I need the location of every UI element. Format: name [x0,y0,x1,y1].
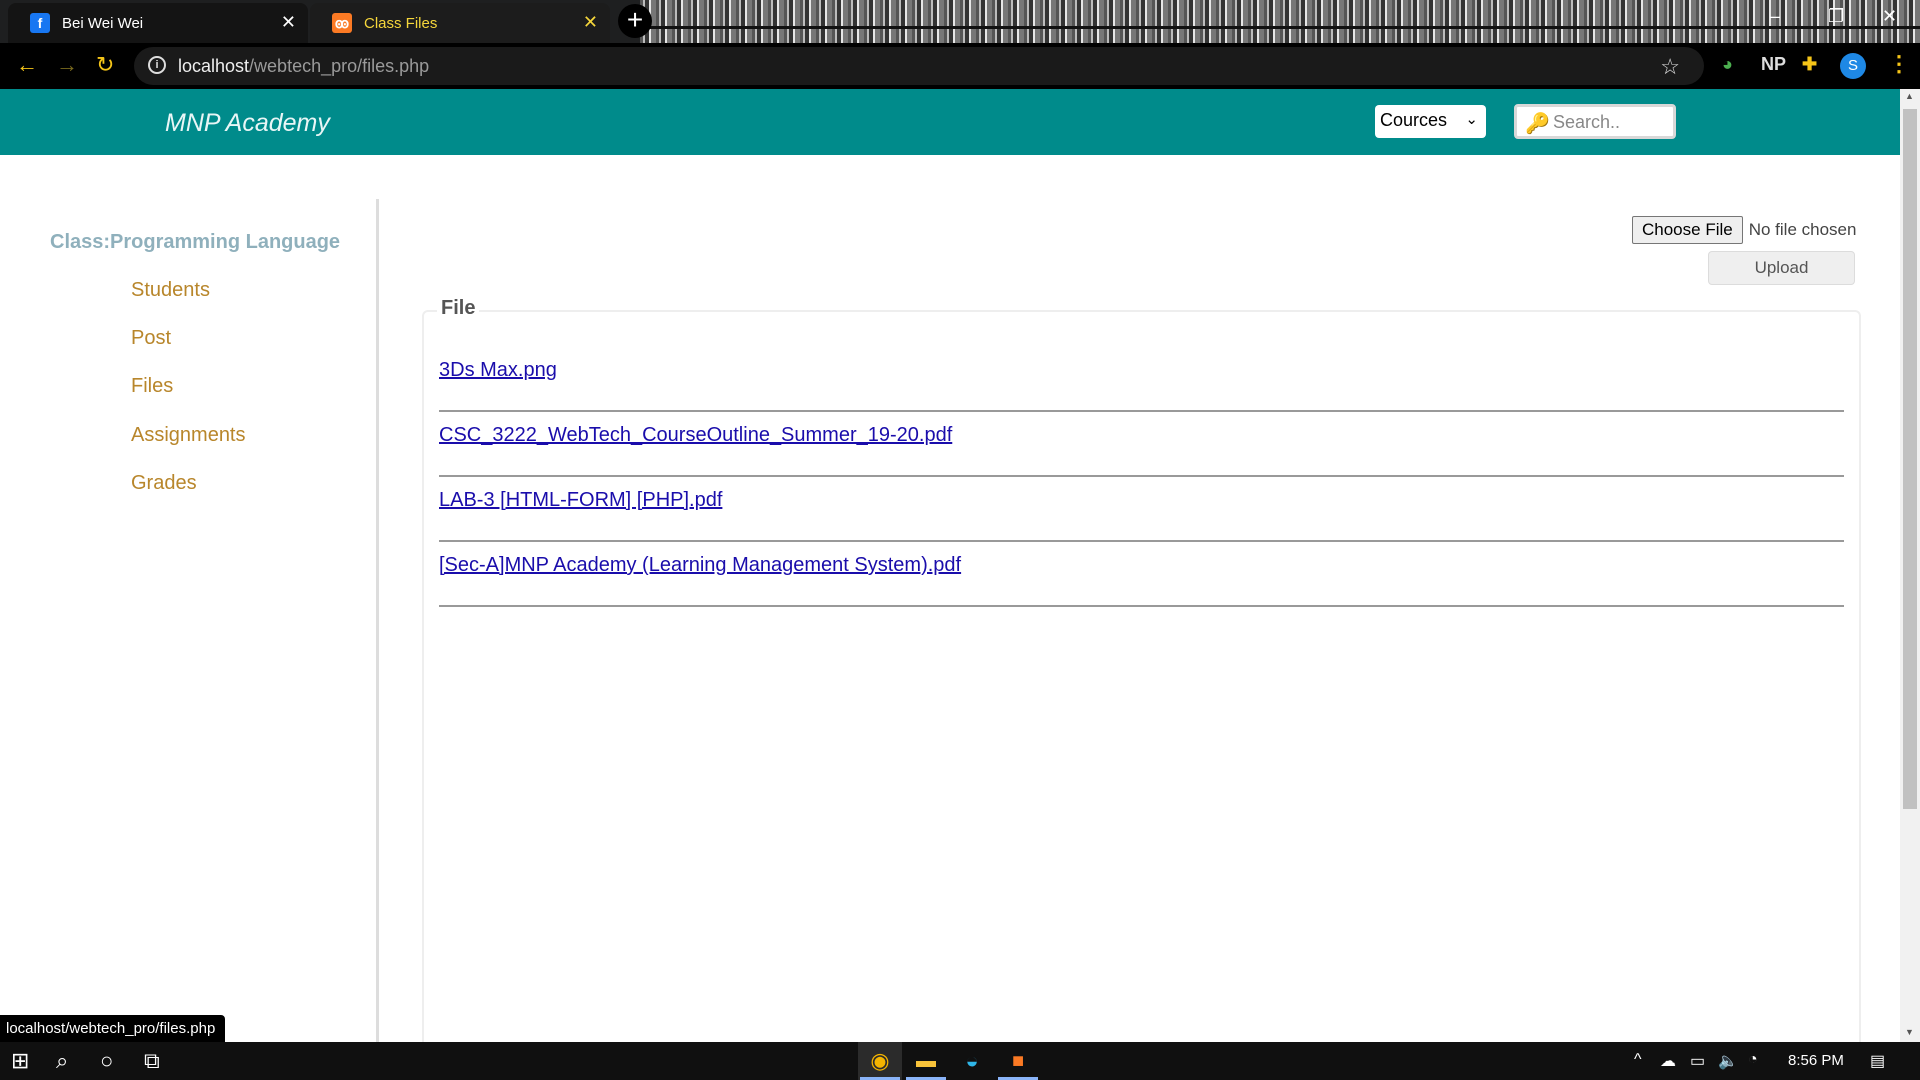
forward-icon[interactable]: → [56,52,78,78]
courses-select-value: Cources [1380,110,1448,130]
search-key-icon: 🔑 [1525,113,1550,135]
upload-button[interactable]: Upload [1708,251,1855,285]
profile-avatar[interactable]: S [1840,53,1866,79]
file-link[interactable]: LAB-3 [HTML-FORM] [PHP].pdf [439,489,722,512]
xampp-icon: ꙭ [332,13,352,33]
sidebar-item-students[interactable]: Students [131,279,210,302]
task-view-icon[interactable]: ⧉ [144,1048,160,1074]
site-header: MNP Academy Cources ⌄ 🔑 Search.. [0,89,1900,155]
class-title: Class:Programming Language [50,231,341,253]
reload-icon[interactable]: ↻ [96,52,114,78]
browser-tab-bar: f Bei Wei Wei ✕ ꙭ Class Files ✕ + – ❐ ✕ [0,0,1920,43]
xampp-icon: ■ [1011,1049,1025,1072]
scroll-down-icon[interactable]: ▼ [1905,1027,1914,1037]
list-item: 3Ds Max.png [439,347,1844,412]
folder-icon: ▬ [916,1049,936,1072]
back-icon[interactable]: ← [16,52,38,78]
windows-start-icon[interactable]: ⊞ [11,1048,29,1074]
extension-globe-icon[interactable]: ◕ [1722,54,1733,75]
tab-bei-wei-wei[interactable]: f Bei Wei Wei ✕ [8,3,308,43]
sidebar-item-grades[interactable]: Grades [131,472,197,495]
search-icon[interactable]: ⌕ [56,1048,68,1074]
taskbar-xampp[interactable]: ■ [996,1042,1040,1080]
status-url-tooltip: localhost/webtech_pro/files.php [0,1015,226,1042]
restore-icon[interactable]: ❐ [1828,6,1844,27]
close-tab-icon[interactable]: ✕ [583,12,598,33]
close-tab-icon[interactable]: ✕ [281,12,296,33]
taskbar-clock[interactable]: 8:56 PM [1788,1052,1844,1069]
notifications-icon[interactable]: ▤ [1870,1051,1885,1071]
close-window-icon[interactable]: ✕ [1882,6,1897,27]
site-brand[interactable]: MNP Academy [165,109,330,138]
edge-icon: ◒ [965,1048,979,1073]
address-host: localhost [178,55,250,76]
list-item: CSC_3222_WebTech_CourseOutline_Summer_19… [439,412,1844,477]
tab-title: Bei Wei Wei [62,14,144,32]
taskbar-edge[interactable]: ◒ [950,1042,994,1080]
scrollbar-thumb[interactable] [1903,109,1917,809]
sidebar-divider [376,199,379,1042]
site-info-icon[interactable]: i [148,56,166,74]
windows-taskbar: ⊞ ⌕ ○ ⧉ ◉ ▬ ◒ ■ ^ ☁ ▭ 🔈 ◔ 8:56 PM ▤ [0,1042,1920,1080]
file-list: 3Ds Max.png CSC_3222_WebTech_CourseOutli… [439,347,1844,607]
list-item: LAB-3 [HTML-FORM] [PHP].pdf [439,477,1844,542]
file-link[interactable]: 3Ds Max.png [439,359,557,382]
courses-select[interactable]: Cources ⌄ [1375,105,1486,138]
file-link[interactable]: CSC_3222_WebTech_CourseOutline_Summer_19… [439,424,952,447]
minimize-icon[interactable]: – [1770,6,1780,27]
volume-icon[interactable]: 🔈 [1718,1051,1738,1071]
extension-np-icon[interactable]: NP [1761,54,1786,75]
files-legend: File [437,297,480,320]
taskbar-file-explorer[interactable]: ▬ [904,1042,948,1080]
no-file-chosen-text: No file chosen [1748,220,1857,239]
sidebar-item-files[interactable]: Files [131,375,173,398]
taskbar-chrome[interactable]: ◉ [858,1042,902,1080]
theme-background [640,0,1920,43]
sidebar-item-post[interactable]: Post [131,327,171,350]
new-tab-button[interactable]: + [618,4,652,38]
wifi-icon[interactable]: ◔ [1748,1051,1758,1069]
cortana-icon[interactable]: ○ [100,1048,113,1074]
facebook-icon: f [30,13,50,33]
browser-menu-icon[interactable]: ⋮ [1888,51,1910,77]
onedrive-cloud-icon[interactable]: ☁ [1660,1051,1676,1071]
chevron-down-icon: ⌄ [1465,111,1478,128]
tab-title: Class Files [364,14,438,32]
page-viewport: MNP Academy Cources ⌄ 🔑 Search.. Class:P… [0,89,1900,1042]
scroll-up-icon[interactable]: ▲ [1905,91,1914,101]
search-input[interactable]: 🔑 Search.. [1514,104,1676,139]
chrome-icon: ◉ [870,1048,890,1073]
bookmark-star-icon[interactable]: ☆ [1660,54,1680,80]
sidebar-item-assignments[interactable]: Assignments [131,424,246,447]
file-link[interactable]: [Sec-A]MNP Academy (Learning Management … [439,554,961,577]
address-path: /webtech_pro/files.php [249,55,430,76]
show-hidden-icons-icon[interactable]: ^ [1634,1051,1642,1069]
choose-file-button[interactable]: Choose File [1632,216,1743,244]
file-chooser: Choose File No file chosen [1632,216,1856,244]
extensions-puzzle-icon[interactable]: ✚ [1802,54,1817,75]
tab-class-files[interactable]: ꙭ Class Files ✕ [310,3,610,43]
address-bar[interactable]: i localhost /webtech_pro/files.php ☆ [134,47,1704,85]
search-placeholder: Search.. [1553,112,1621,132]
list-item: [Sec-A]MNP Academy (Learning Management … [439,542,1844,607]
battery-icon[interactable]: ▭ [1690,1051,1705,1071]
page-scrollbar[interactable]: ▲ ▼ [1900,89,1920,1042]
browser-toolbar: ← → ↻ i localhost /webtech_pro/files.php… [0,43,1920,89]
